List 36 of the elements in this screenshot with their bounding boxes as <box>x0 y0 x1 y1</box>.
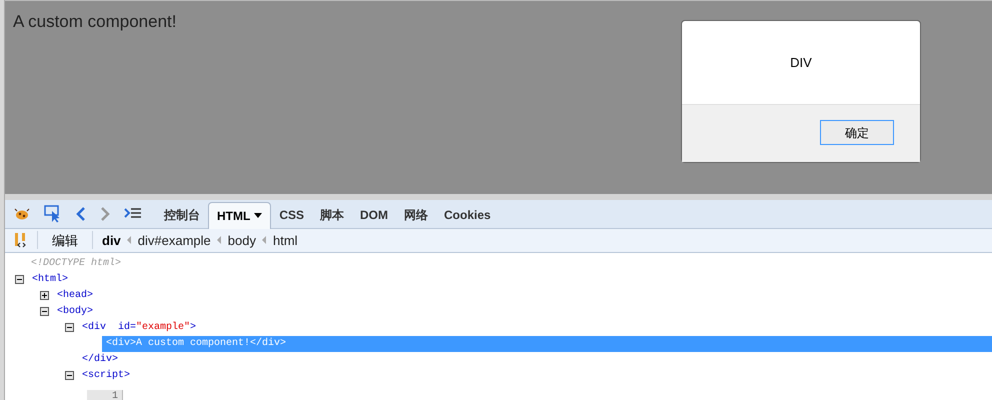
panel-tab[interactable]: HTML <box>208 202 272 229</box>
ok-button[interactable]: 确定 <box>820 120 894 145</box>
edit-button[interactable]: 编辑 <box>47 230 83 250</box>
back-icon[interactable] <box>76 206 86 222</box>
expand-icon[interactable] <box>40 291 49 300</box>
bug-icon[interactable] <box>14 206 30 221</box>
line-number: 1 <box>87 390 123 400</box>
doctype-text: <!DOCTYPE html> <box>31 256 122 272</box>
command-line-icon[interactable] <box>124 206 142 221</box>
separator-icon <box>262 236 267 244</box>
end-tag-text: </div> <box>82 352 118 368</box>
breadcrumb-item[interactable]: html <box>273 230 298 250</box>
breadcrumb-item[interactable]: div#example <box>138 230 211 250</box>
code-icon[interactable] <box>14 232 28 248</box>
panel-tab[interactable]: CSS <box>271 202 312 228</box>
page-heading: A custom component! <box>13 11 176 33</box>
collapse-icon[interactable] <box>40 307 49 316</box>
panel-tab[interactable]: Cookies <box>436 202 499 228</box>
tag-text[interactable]: <head> <box>57 288 94 304</box>
collapse-icon[interactable] <box>65 323 74 332</box>
panel-tab[interactable]: 控制台 <box>156 202 208 228</box>
separator-icon <box>126 236 132 244</box>
tag-text[interactable]: <div id="example"> <box>82 320 196 336</box>
dialog-message: DIV <box>790 54 812 72</box>
tag-text[interactable]: <body> <box>57 304 94 320</box>
tag-text[interactable]: <html> <box>32 272 68 288</box>
collapse-icon[interactable] <box>15 275 24 284</box>
panel-tab[interactable]: 脚本 <box>312 202 352 228</box>
panel-tab[interactable]: 网络 <box>396 202 436 228</box>
panel-tab[interactable]: DOM <box>352 202 396 228</box>
breadcrumb-item[interactable]: body <box>228 230 256 250</box>
breadcrumb-item[interactable]: div <box>102 230 121 250</box>
collapse-icon[interactable] <box>65 371 74 380</box>
separator-icon <box>216 236 222 244</box>
inspect-icon[interactable] <box>44 204 62 223</box>
tag-text[interactable]: <script> <box>82 368 130 384</box>
